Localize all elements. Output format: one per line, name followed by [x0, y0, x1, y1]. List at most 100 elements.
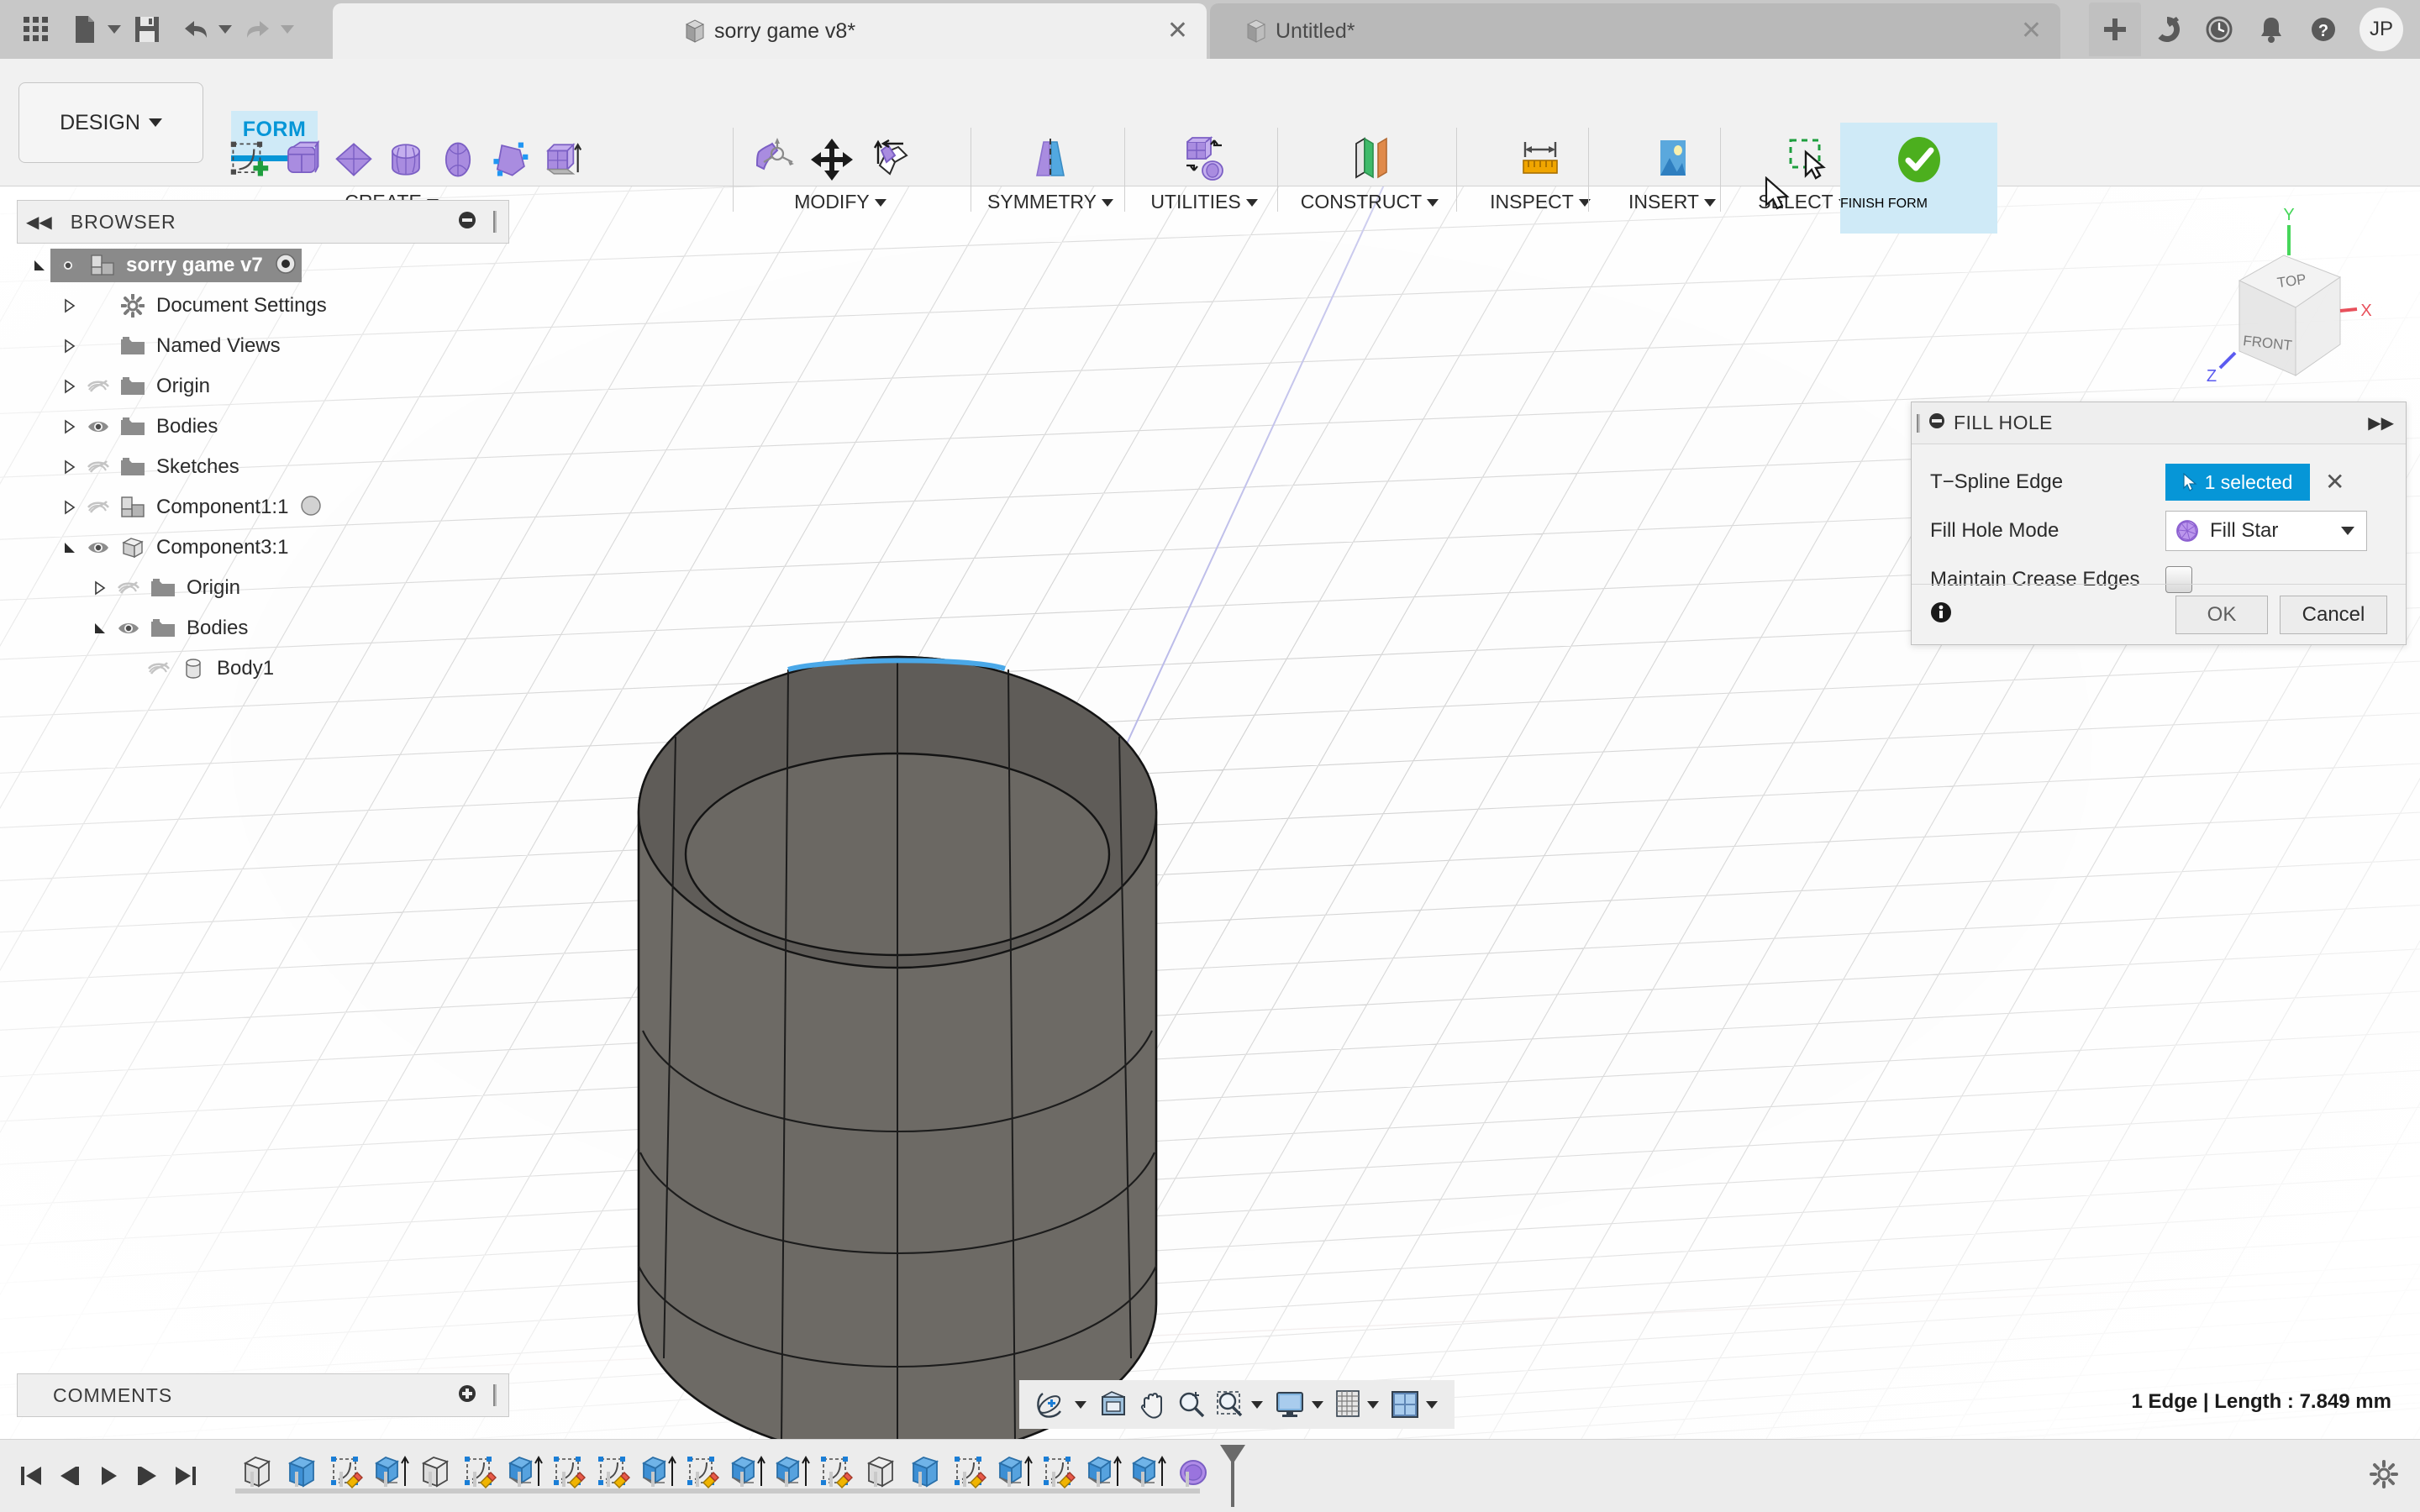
visibility-eye-off-icon[interactable] — [111, 580, 146, 596]
expand-arrow-closed-icon[interactable] — [59, 459, 81, 475]
panel-construct-label[interactable]: CONSTRUCT — [1286, 191, 1454, 213]
cylinder-icon[interactable] — [380, 123, 432, 197]
zoom-icon[interactable] — [1172, 1384, 1211, 1425]
tree-item-origin[interactable]: Origin — [17, 568, 509, 608]
timeline-node-21[interactable] — [1171, 1446, 1215, 1499]
undo-icon[interactable] — [173, 7, 218, 52]
timeline-node-12[interactable] — [770, 1446, 814, 1499]
timeline-node-7[interactable] — [547, 1446, 592, 1499]
help-icon[interactable]: ? — [2297, 0, 2349, 59]
redo-icon[interactable] — [235, 7, 281, 52]
step-back-icon[interactable] — [50, 1451, 89, 1501]
create-form-sketch-icon[interactable] — [224, 123, 276, 197]
quadball-icon[interactable] — [484, 123, 536, 197]
visibility-eye-icon[interactable] — [50, 257, 86, 274]
play-icon[interactable] — [89, 1451, 128, 1501]
tree-item-bodies[interactable]: Bodies — [17, 608, 509, 648]
view-cube[interactable]: TOP FRONT Y X Z — [2185, 203, 2378, 388]
visibility-eye-icon[interactable] — [81, 539, 116, 556]
orbit-chevron-down-icon[interactable] — [1075, 1400, 1086, 1409]
timeline-node-13[interactable] — [814, 1446, 859, 1499]
expand-arrow-open-icon[interactable] — [89, 621, 111, 636]
timeline-node-20[interactable] — [1126, 1446, 1171, 1499]
zoom-window-icon[interactable] — [1211, 1384, 1249, 1425]
panel-grip[interactable] — [493, 1384, 497, 1406]
timeline-marker-icon[interactable] — [1218, 1443, 1247, 1512]
timeline-node-8[interactable] — [592, 1446, 636, 1499]
expand-arrow-closed-icon[interactable] — [59, 339, 81, 354]
expand-arrow-closed-icon[interactable] — [59, 500, 81, 515]
tree-item-bodies[interactable]: Bodies — [17, 407, 509, 447]
plus-circle-icon[interactable] — [458, 1384, 476, 1407]
expand-arrow-open-icon[interactable] — [29, 258, 50, 273]
timeline-node-14[interactable] — [859, 1446, 903, 1499]
visibility-eye-off-icon[interactable] — [81, 378, 116, 395]
new-tab-button[interactable] — [2089, 3, 2141, 56]
viewports-chevron-down-icon[interactable] — [1426, 1400, 1438, 1409]
tree-item-sketches[interactable]: Sketches — [17, 447, 509, 487]
document-tab-close-1[interactable]: ✕ — [2021, 18, 2042, 44]
cancel-button[interactable]: Cancel — [2280, 595, 2387, 634]
dialog-grip[interactable] — [1917, 413, 1920, 433]
convert-icon[interactable] — [1173, 123, 1235, 197]
panel-inspect-label[interactable]: INSPECT — [1465, 191, 1616, 213]
timeline-node-1[interactable] — [280, 1446, 324, 1499]
box-icon[interactable] — [276, 123, 328, 197]
go-to-start-icon[interactable] — [12, 1451, 50, 1501]
save-icon[interactable] — [124, 7, 170, 52]
job-status-clock-icon[interactable] — [2193, 0, 2245, 59]
document-tab-close-0[interactable]: ✕ — [1167, 18, 1188, 44]
timeline-node-19[interactable] — [1081, 1446, 1126, 1499]
panel-symmetry-label[interactable]: SYMMETRY — [979, 191, 1122, 213]
timeline-node-5[interactable] — [458, 1446, 502, 1499]
fill-hole-dialog[interactable]: FILL HOLE ▶▶ T−Spline Edge 1 selected ✕ … — [1911, 402, 2407, 645]
panel-modify-label[interactable]: MODIFY — [739, 191, 941, 213]
grid-snap-icon[interactable] — [1330, 1384, 1365, 1425]
timeline-node-15[interactable] — [903, 1446, 948, 1499]
radio-active-icon[interactable] — [275, 253, 297, 279]
timeline-settings-gear-icon[interactable] — [2370, 1459, 2398, 1493]
ok-button[interactable]: OK — [2175, 595, 2268, 634]
minus-circle-icon[interactable] — [1928, 412, 1945, 433]
face-extrude-icon[interactable] — [536, 123, 588, 197]
edit-form-icon[interactable] — [746, 123, 803, 197]
visibility-eye-icon[interactable] — [81, 418, 116, 435]
timeline-node-6[interactable] — [502, 1446, 547, 1499]
expand-arrow-closed-icon[interactable] — [89, 580, 111, 596]
timeline-node-18[interactable] — [1037, 1446, 1081, 1499]
timeline-node-3[interactable] — [369, 1446, 413, 1499]
visibility-eye-off-icon[interactable] — [81, 499, 116, 516]
minus-circle-icon[interactable] — [458, 211, 476, 234]
select-window-icon[interactable] — [1773, 123, 1835, 197]
viewports-icon[interactable] — [1386, 1384, 1424, 1425]
panel-utilities-label[interactable]: UTILITIES — [1133, 191, 1276, 213]
new-file-chevron-down-icon[interactable] — [108, 25, 121, 34]
pan-hand-icon[interactable] — [1134, 1384, 1172, 1425]
expand-arrow-closed-icon[interactable] — [59, 298, 81, 313]
fill-hole-mode-dropdown[interactable]: Fill Star — [2165, 511, 2367, 551]
sphere-icon[interactable] — [432, 123, 484, 197]
panel-grip[interactable] — [493, 211, 497, 233]
measure-icon[interactable] — [1509, 123, 1571, 197]
tree-item-component3-1[interactable]: Component3:1 — [17, 528, 509, 568]
timeline-track[interactable] — [235, 1445, 1245, 1507]
move-copy-icon[interactable] — [803, 123, 860, 197]
undo-chevron-down-icon[interactable] — [218, 25, 232, 34]
finish-form-button[interactable]: FINISH FORM — [1840, 123, 1997, 234]
workspace-switcher[interactable]: DESIGN — [18, 82, 203, 163]
tree-item-origin[interactable]: Origin — [17, 366, 509, 407]
timeline-node-11[interactable] — [725, 1446, 770, 1499]
timeline-node-17[interactable] — [992, 1446, 1037, 1499]
notifications-bell-icon[interactable] — [2245, 0, 2297, 59]
insert-canvas-icon[interactable] — [1641, 123, 1703, 197]
extension-icon[interactable] — [2141, 0, 2193, 59]
tspline-edge-selection-button[interactable]: 1 selected — [2165, 464, 2310, 501]
plane-icon[interactable] — [328, 123, 380, 197]
panel-insert-label[interactable]: INSERT — [1597, 191, 1748, 213]
sphere-dot-icon[interactable] — [300, 495, 322, 521]
grid-snap-chevron-down-icon[interactable] — [1367, 1400, 1379, 1409]
app-grid-icon[interactable] — [13, 7, 59, 52]
timeline-node-9[interactable] — [636, 1446, 681, 1499]
timeline-node-16[interactable] — [948, 1446, 992, 1499]
document-tab-0[interactable]: sorry game v8* ✕ — [333, 3, 1207, 59]
